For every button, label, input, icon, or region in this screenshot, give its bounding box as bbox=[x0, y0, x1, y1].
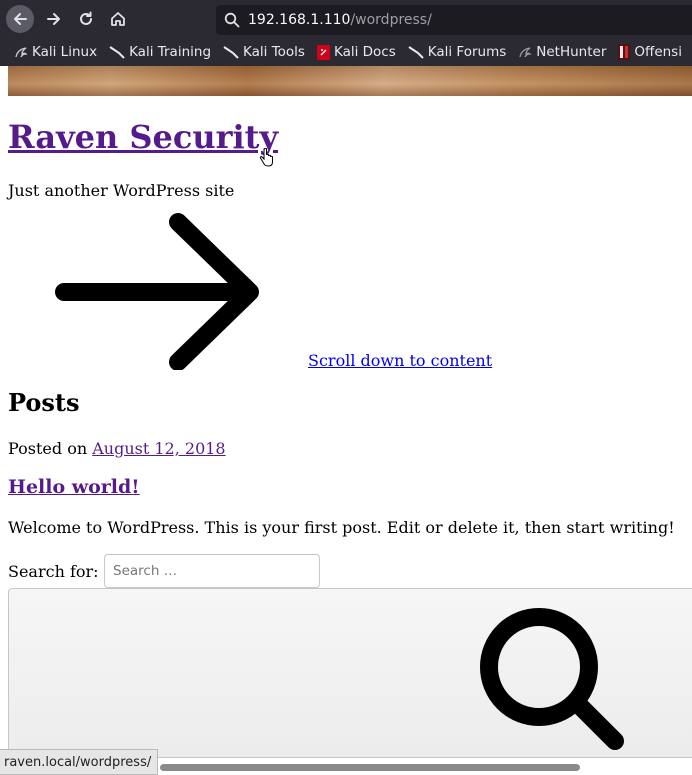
bookmark-label: Kali Training bbox=[129, 44, 212, 60]
back-button[interactable] bbox=[6, 5, 34, 33]
url-path: /wordpress/ bbox=[350, 12, 432, 28]
arrow-left-icon bbox=[14, 13, 27, 25]
kali-docs-icon bbox=[316, 44, 330, 60]
bookmark-kali-forums[interactable]: Kali Forums bbox=[408, 44, 507, 60]
reload-button[interactable] bbox=[72, 5, 100, 33]
url-bar[interactable]: 192.168.1.110/wordpress/ bbox=[216, 5, 692, 35]
search-submit-button[interactable] bbox=[8, 588, 692, 758]
bookmark-label: Offensi bbox=[634, 44, 682, 60]
bookmark-label: Kali Docs bbox=[333, 44, 396, 60]
nethunter-icon bbox=[518, 45, 532, 59]
bookmark-nethunter[interactable]: NetHunter bbox=[518, 44, 606, 60]
header-image bbox=[8, 66, 692, 96]
forward-button[interactable] bbox=[40, 5, 68, 33]
url-host: 192.168.1.110 bbox=[248, 12, 351, 28]
reload-icon bbox=[80, 11, 92, 25]
scroll-down-link[interactable]: Scroll down to content bbox=[308, 351, 492, 370]
posted-on-label: Posted on bbox=[8, 439, 88, 458]
bookmark-kali-training[interactable]: Kali Training bbox=[109, 44, 211, 60]
browser-toolbar: 192.168.1.110/wordpress/ bbox=[0, 0, 692, 38]
scrollbar-thumb[interactable] bbox=[160, 764, 580, 771]
bookmark-label: Kali Forums bbox=[427, 44, 507, 60]
post-date-link[interactable]: August 12, 2018 bbox=[92, 439, 225, 458]
arrow-right-icon bbox=[47, 13, 60, 25]
bookmark-label: NetHunter bbox=[536, 44, 607, 60]
home-icon bbox=[111, 12, 125, 26]
arrow-right-icon bbox=[50, 210, 270, 374]
search-icon bbox=[475, 601, 635, 755]
home-button[interactable] bbox=[104, 5, 132, 33]
post-excerpt: Welcome to WordPress. This is your first… bbox=[8, 518, 675, 537]
status-link-preview: raven.local/wordpress/ bbox=[0, 749, 159, 775]
hand-pointer-cursor-icon bbox=[259, 147, 275, 172]
bookmark-label: Kali Linux bbox=[32, 44, 98, 60]
offensive-security-icon bbox=[618, 44, 631, 60]
kali-dragon-icon bbox=[223, 45, 239, 59]
bookmark-offensive-security[interactable]: Offensi bbox=[618, 44, 682, 60]
kali-dragon-icon bbox=[14, 45, 28, 59]
search-input[interactable] bbox=[104, 554, 320, 588]
search-icon bbox=[224, 12, 240, 28]
bookmark-label: Kali Tools bbox=[243, 44, 305, 60]
post-meta: Posted on August 12, 2018 bbox=[8, 439, 226, 458]
posts-heading: Posts bbox=[8, 388, 80, 417]
bookmark-kali-docs[interactable]: Kali Docs bbox=[316, 44, 396, 60]
bookmark-kali-tools[interactable]: Kali Tools bbox=[223, 44, 305, 60]
site-tagline: Just another WordPress site bbox=[8, 181, 235, 200]
kali-dragon-icon bbox=[408, 45, 424, 59]
bookmarks-toolbar: Kali Linux Kali Training Kali Tools Kali… bbox=[0, 38, 692, 66]
post-title-link[interactable]: Hello world! bbox=[8, 476, 140, 498]
kali-dragon-icon bbox=[109, 45, 125, 59]
search-label: Search for: bbox=[8, 562, 99, 581]
site-title-link[interactable]: Raven Security bbox=[8, 118, 278, 156]
bookmark-kali-linux[interactable]: Kali Linux bbox=[14, 44, 97, 60]
